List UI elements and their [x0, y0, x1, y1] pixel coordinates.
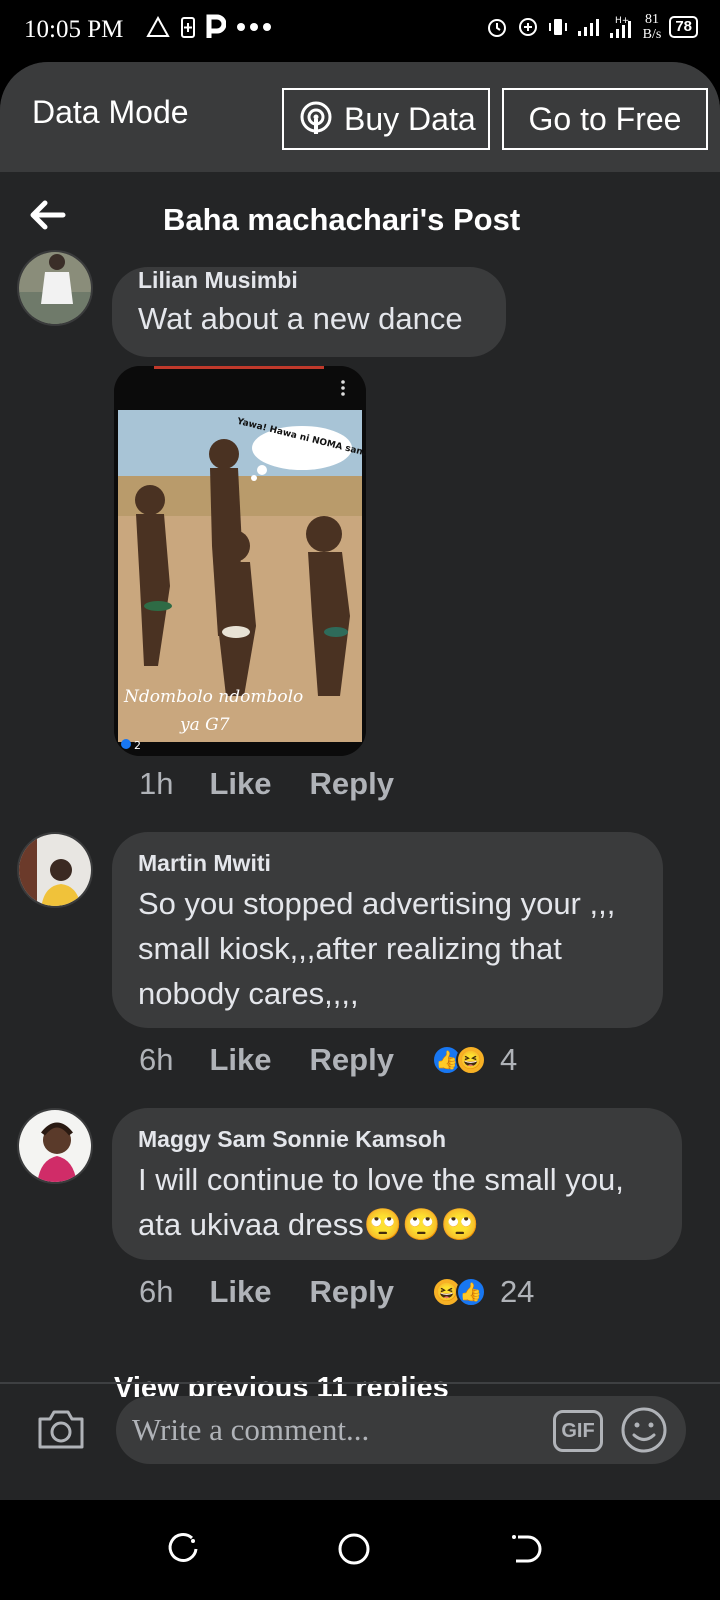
reply-button[interactable]: Reply	[310, 1274, 394, 1310]
comment-actions: 1h Like Reply	[139, 766, 432, 802]
vibrate-icon	[548, 19, 567, 35]
meme-caption-line2: ya G7	[179, 715, 230, 735]
system-nav-bar	[0, 1500, 720, 1600]
signal-icon	[577, 19, 599, 36]
comment-actions: 6h Like Reply 😆 👍 24	[139, 1274, 534, 1310]
back-arrow-icon[interactable]	[28, 198, 66, 232]
meme-caption-line1: Ndombolo ndombolo	[123, 687, 303, 707]
comment-bubble: Martin Mwiti So you stopped advertising …	[112, 832, 663, 1028]
comment-author[interactable]: Lilian Musimbi	[138, 267, 480, 294]
reply-button[interactable]: Reply	[310, 1042, 394, 1078]
comment-text: Wat about a new dance	[138, 301, 463, 336]
gif-button[interactable]: GIF	[553, 1410, 603, 1452]
like-reaction-icon: 👍	[455, 1277, 486, 1307]
comment-time[interactable]: 1h	[139, 766, 173, 802]
comment-time[interactable]: 6h	[139, 1274, 173, 1310]
signal-h-plus-icon: H+	[609, 16, 631, 38]
broadcast-icon	[300, 101, 332, 134]
post-header: Baha machachari's Post	[0, 172, 720, 268]
avatar[interactable]	[17, 832, 93, 908]
camera-icon[interactable]	[36, 1407, 86, 1451]
warning-icon	[146, 16, 170, 37]
app-window: Data Mode Buy Data Go to Free Baha macha…	[0, 62, 720, 1500]
comment-actions: 6h Like Reply 👍 😆 4	[139, 1042, 517, 1078]
more-notifications-icon	[237, 23, 271, 31]
alarm-icon	[487, 19, 506, 37]
comment-text: I will continue to love the small you, a…	[138, 1162, 624, 1242]
comment-image[interactable]: Yawa! Hawa ni NOMA sana. Ndombolo ndombo…	[114, 366, 366, 756]
comment-bubble: Maggy Sam Sonnie Kamsoh I will continue …	[112, 1108, 682, 1260]
comment-time[interactable]: 6h	[139, 1042, 173, 1078]
data-saver-icon	[518, 18, 537, 36]
comment-author[interactable]: Maggy Sam Sonnie Kamsoh	[138, 1126, 656, 1153]
go-to-free-button[interactable]: Go to Free	[502, 88, 708, 150]
avatar[interactable]	[17, 250, 93, 326]
avatar-photo	[19, 252, 91, 324]
divider	[0, 1382, 720, 1384]
like-button[interactable]: Like	[209, 1274, 271, 1310]
data-mode-label: Data Mode	[32, 94, 189, 130]
back-nav-icon[interactable]	[508, 1532, 542, 1566]
haha-reaction-icon: 😆	[455, 1045, 486, 1075]
buy-data-button[interactable]: Buy Data	[282, 88, 490, 150]
reaction-count: 4	[499, 1042, 518, 1077]
comment-text: So you stopped advertising your ,,, smal…	[138, 886, 616, 1011]
status-bar: 10:05 PM H+ 81 B/s 78	[0, 0, 720, 62]
status-time: 10:05 PM	[24, 16, 124, 43]
parking-icon	[206, 14, 226, 38]
like-button[interactable]: Like	[209, 1042, 271, 1078]
reactions-summary[interactable]: 😆 👍 24	[431, 1274, 535, 1310]
comment-bubble: Lilian Musimbi Wat about a new dance	[112, 267, 506, 357]
like-button[interactable]: Like	[209, 766, 271, 802]
svg-text:H+: H+	[615, 16, 629, 26]
reaction-count: 24	[499, 1274, 535, 1309]
battery-saver-icon	[181, 17, 195, 38]
network-speed: 81 B/s	[642, 12, 662, 42]
home-icon[interactable]	[337, 1532, 371, 1566]
data-mode-bar: Data Mode Buy Data Go to Free	[0, 62, 720, 172]
reactions-summary[interactable]: 👍 😆 4	[431, 1042, 518, 1078]
page-title: Baha machachari's Post	[163, 202, 521, 237]
emoji-icon[interactable]	[620, 1406, 668, 1454]
avatar[interactable]	[17, 1108, 93, 1184]
comment-author[interactable]: Martin Mwiti	[138, 850, 637, 877]
reply-button[interactable]: Reply	[310, 766, 394, 802]
avatar-photo	[19, 834, 91, 906]
image-reaction-count: 2	[134, 739, 141, 752]
like-reaction-icon	[121, 739, 131, 749]
avatar-photo	[19, 1110, 91, 1182]
recent-apps-icon[interactable]	[166, 1532, 200, 1566]
battery-level: 78	[669, 16, 698, 38]
more-options-icon[interactable]	[341, 380, 345, 396]
